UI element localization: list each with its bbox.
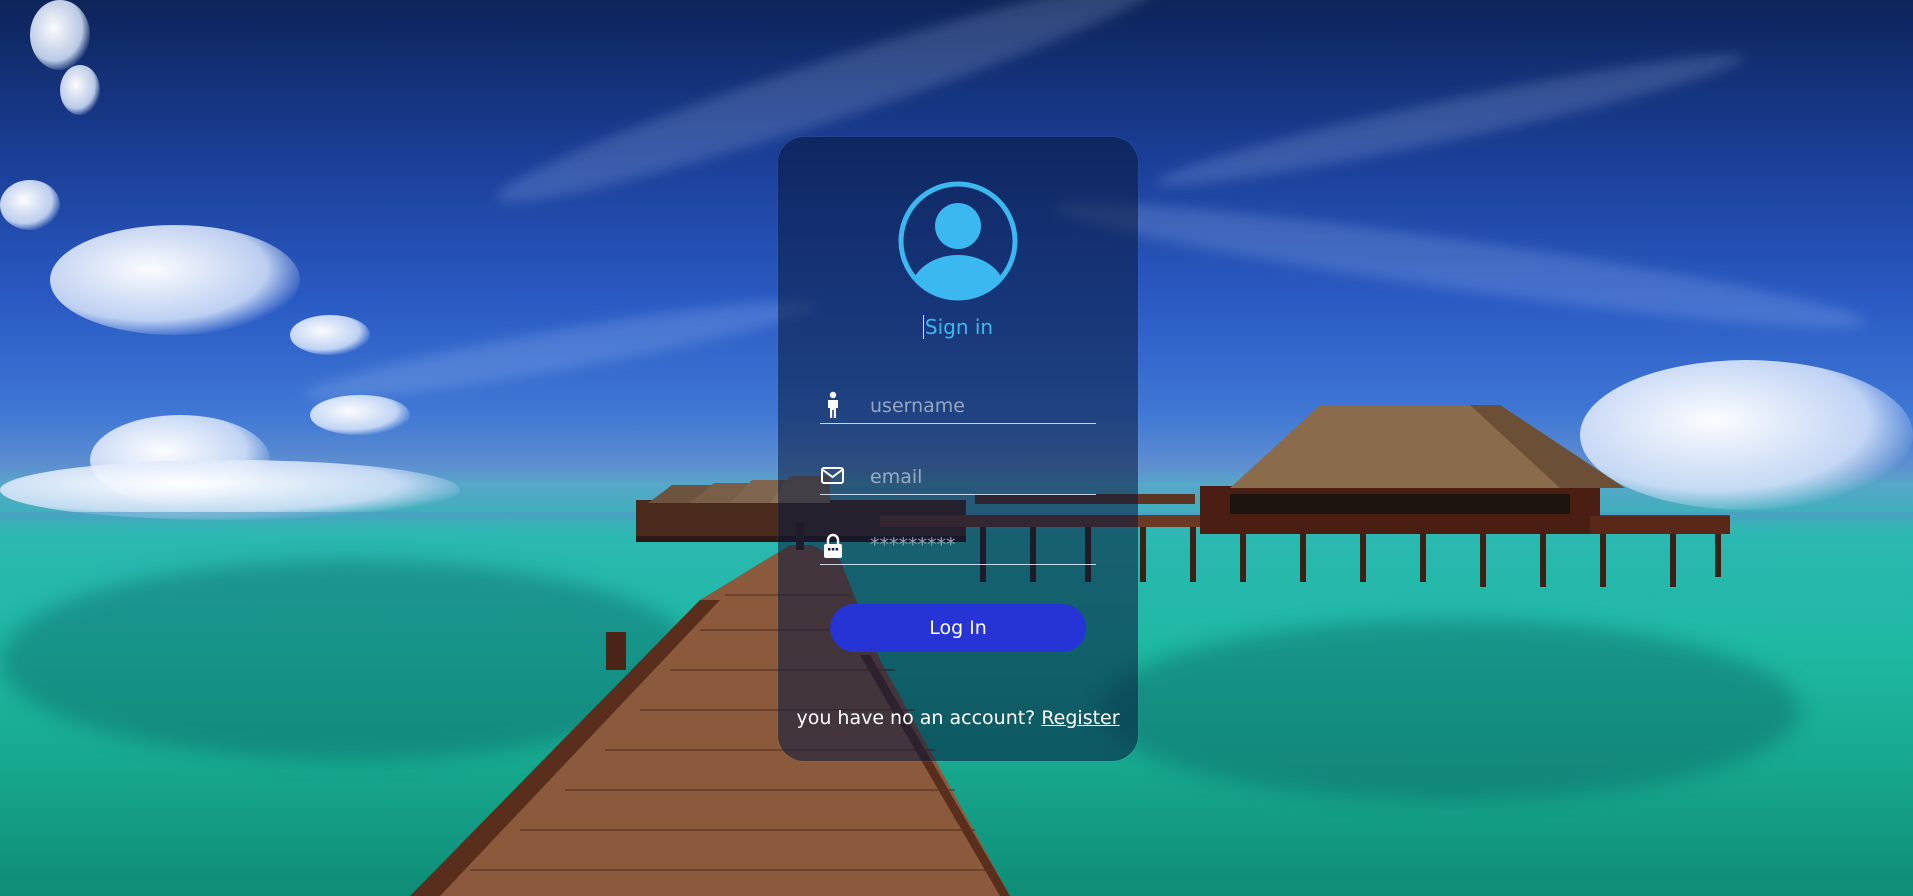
main-bungalow bbox=[1200, 405, 1730, 534]
user-avatar-icon bbox=[898, 181, 1018, 301]
lock-icon bbox=[824, 533, 842, 558]
password-input[interactable] bbox=[870, 532, 1090, 558]
register-prompt: you have no an account? Register bbox=[778, 707, 1138, 729]
text-caret bbox=[922, 315, 924, 339]
password-field bbox=[820, 530, 1096, 565]
log-in-button[interactable]: Log In bbox=[830, 604, 1086, 652]
email-input[interactable] bbox=[870, 464, 1090, 490]
username-field bbox=[820, 389, 1096, 424]
sign-in-title: Sign in bbox=[778, 315, 1138, 339]
envelope-icon bbox=[821, 467, 844, 484]
person-icon bbox=[828, 391, 838, 418]
login-card: Sign in Log In bbox=[778, 137, 1138, 761]
register-link[interactable]: Register bbox=[1041, 707, 1119, 729]
sign-in-title-text: Sign in bbox=[924, 315, 994, 339]
email-field bbox=[820, 460, 1096, 495]
register-prompt-text: you have no an account? bbox=[796, 707, 1042, 729]
background-scene: Sign in Log In bbox=[0, 0, 1913, 896]
username-input[interactable] bbox=[870, 393, 1090, 419]
